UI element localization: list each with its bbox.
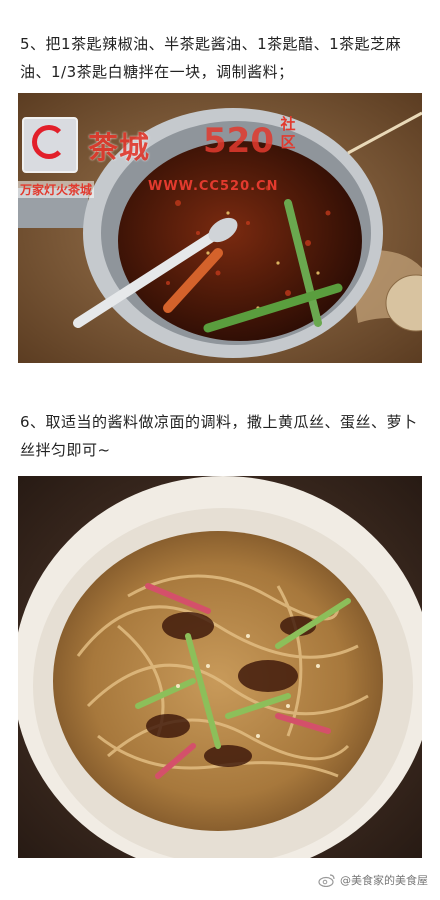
weibo-icon bbox=[318, 874, 335, 887]
logo-g-icon bbox=[32, 125, 66, 159]
footer-credit: @美食家的美食屋 bbox=[318, 872, 428, 888]
step-6-text: 6、取适当的酱料做凉面的调料，撒上黄瓜丝、蛋丝、萝卜丝拌匀即可~ bbox=[20, 413, 418, 459]
watermark-slogan: 万家灯火茶城 bbox=[18, 181, 95, 198]
watermark-url: WWW.CC520.CN bbox=[148, 179, 279, 194]
footer-handle[interactable]: @美食家的美食屋 bbox=[340, 872, 428, 888]
watermark-site-number: 520 bbox=[203, 121, 274, 161]
cold-noodles-photo bbox=[18, 476, 422, 858]
step-5-text: 5、把1茶匙辣椒油、半茶匙酱油、1茶匙醋、1茶匙芝麻油、1/3茶匙白糖拌在一块，… bbox=[20, 35, 402, 81]
noodle-bowl-illustration bbox=[18, 476, 422, 858]
watermark-site-suffix: 社区 bbox=[280, 115, 296, 151]
chili-sauce-photo: 茶城 520 社区 万家灯火茶城 WWW.CC520.CN bbox=[18, 93, 422, 363]
watermark-logo bbox=[22, 117, 78, 173]
watermark-site-name: 茶城 bbox=[88, 131, 150, 166]
